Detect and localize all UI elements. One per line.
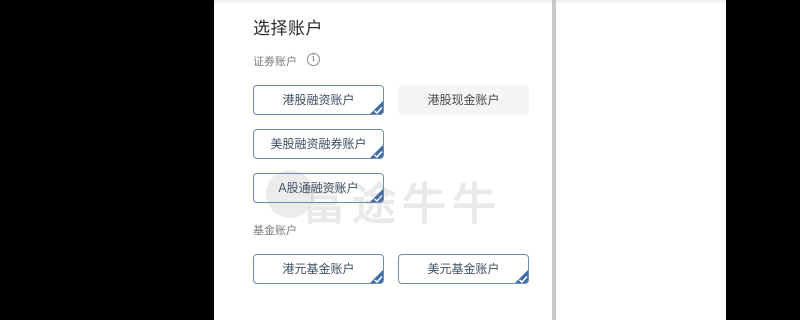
account-chip-label: 美股融资融券账户 — [270, 137, 367, 151]
info-icon[interactable]: i — [307, 53, 320, 66]
checkmark-icon — [370, 101, 383, 114]
account-chip-label: A股通融资账户 — [278, 181, 359, 195]
account-chip-label: 港股现金账户 — [427, 93, 500, 107]
account-select-panel: 选择账户 证券账户 i 港股融资账户 港股现金账户 美股融资融券账户 A股通融资… — [214, 0, 726, 320]
panel-divider — [552, 0, 556, 320]
account-chip-hk-cash[interactable]: 港股现金账户 — [398, 85, 529, 115]
account-chip-hk-margin[interactable]: 港股融资账户 — [253, 85, 384, 115]
checkmark-icon — [370, 145, 383, 158]
account-chip-label: 港元基金账户 — [282, 262, 355, 276]
securities-section-label: 证券账户 — [253, 55, 297, 68]
funds-section-label: 基金账户 — [253, 224, 297, 237]
account-chip-us-margin[interactable]: 美股融资融券账户 — [253, 129, 384, 159]
page-title: 选择账户 — [253, 19, 323, 39]
account-chip-usd-fund[interactable]: 美元基金账户 — [398, 254, 529, 284]
account-chip-hkd-fund[interactable]: 港元基金账户 — [253, 254, 384, 284]
account-chip-label: 港股融资账户 — [282, 93, 355, 107]
checkmark-icon — [370, 270, 383, 283]
account-chip-a-share-margin[interactable]: A股通融资账户 — [253, 173, 384, 203]
panel-top-shade — [214, 0, 726, 4]
checkmark-icon — [515, 270, 528, 283]
checkmark-icon — [370, 189, 383, 202]
account-chip-label: 美元基金账户 — [427, 262, 500, 276]
